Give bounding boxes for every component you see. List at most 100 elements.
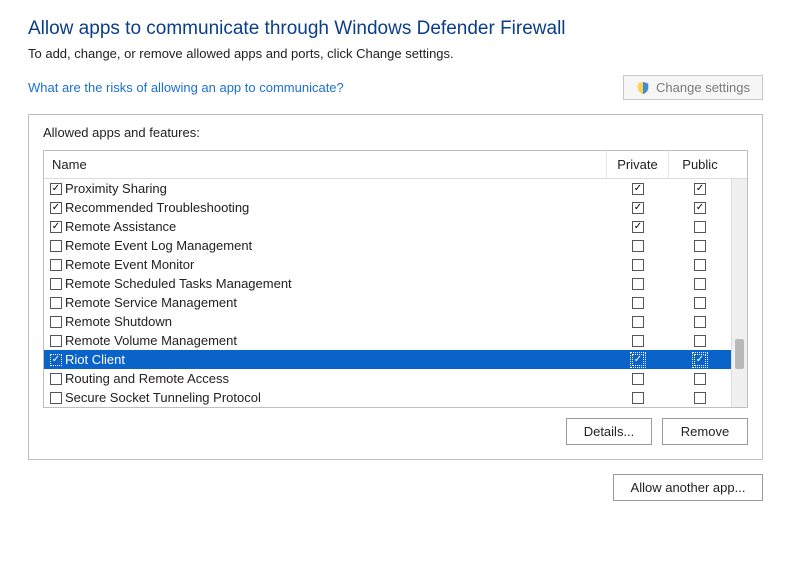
list-body: ✓Proximity Sharing✓✓✓Recommended Trouble… [44,179,747,407]
checkbox[interactable] [694,297,706,309]
risks-link[interactable]: What are the risks of allowing an app to… [28,80,344,95]
checkbox[interactable]: ✓ [632,221,644,233]
checkbox[interactable] [50,335,62,347]
checkbox[interactable] [632,316,644,328]
cell-private [607,373,669,385]
cell-name: Remote Shutdown [50,315,607,328]
checkbox[interactable] [50,316,62,328]
cell-public: ✓ [669,202,731,214]
table-row[interactable]: Remote Event Monitor [44,255,747,274]
cell-public [669,259,731,271]
checkbox[interactable] [632,240,644,252]
checkbox[interactable]: ✓ [632,183,644,195]
cell-name: Remote Event Monitor [50,258,607,271]
checkbox[interactable] [694,335,706,347]
cell-name: Secure Socket Tunneling Protocol [50,391,607,404]
checkbox[interactable] [632,335,644,347]
checkbox[interactable]: ✓ [632,354,644,366]
checkbox[interactable] [694,278,706,290]
checkbox[interactable] [50,392,62,404]
checkbox[interactable]: ✓ [50,221,62,233]
cell-public: ✓ [669,354,731,366]
table-row[interactable]: Remote Service Management [44,293,747,312]
scrollbar[interactable] [731,179,747,407]
table-row[interactable]: ✓Proximity Sharing✓✓ [44,179,747,198]
checkbox[interactable]: ✓ [632,202,644,214]
cell-private: ✓ [607,354,669,366]
cell-name: ✓Proximity Sharing [50,182,607,195]
app-name: Remote Volume Management [65,334,237,347]
checkbox[interactable] [632,259,644,271]
checkbox[interactable] [694,259,706,271]
scroll-thumb[interactable] [735,339,744,369]
app-name: Routing and Remote Access [65,372,229,385]
cell-public [669,221,731,233]
app-name: Remote Assistance [65,220,176,233]
checkbox[interactable] [694,392,706,404]
checkbox[interactable] [50,278,62,290]
checkbox[interactable] [632,392,644,404]
apps-list: Name Private Public ✓Proximity Sharing✓✓… [43,150,748,408]
cell-private: ✓ [607,183,669,195]
allow-another-app-button[interactable]: Allow another app... [613,474,763,501]
details-button[interactable]: Details... [566,418,652,445]
cell-public: ✓ [669,183,731,195]
table-row[interactable]: Remote Event Log Management [44,236,747,255]
cell-name: ✓Recommended Troubleshooting [50,201,607,214]
list-header: Name Private Public [44,151,747,179]
table-row[interactable]: ✓Riot Client✓✓ [44,350,747,369]
cell-private: ✓ [607,221,669,233]
cell-public [669,278,731,290]
table-row[interactable]: Routing and Remote Access [44,369,747,388]
checkbox[interactable] [50,373,62,385]
checkbox[interactable] [694,373,706,385]
app-name: Remote Event Log Management [65,239,252,252]
checkbox[interactable]: ✓ [694,354,706,366]
remove-button[interactable]: Remove [662,418,748,445]
page-title: Allow apps to communicate through Window… [28,18,763,40]
checkbox[interactable] [694,221,706,233]
cell-public [669,240,731,252]
checkbox[interactable] [632,278,644,290]
app-name: Secure Socket Tunneling Protocol [65,391,261,404]
table-row[interactable]: ✓Remote Assistance✓ [44,217,747,236]
checkbox[interactable] [694,240,706,252]
header-name[interactable]: Name [44,151,607,178]
checkbox[interactable] [50,259,62,271]
change-settings-button[interactable]: Change settings [623,75,763,100]
checkbox[interactable] [50,240,62,252]
checkbox[interactable] [632,373,644,385]
checkbox[interactable]: ✓ [694,202,706,214]
cell-private [607,278,669,290]
cell-name: Remote Volume Management [50,334,607,347]
app-name: Recommended Troubleshooting [65,201,249,214]
app-name: Remote Shutdown [65,315,172,328]
checkbox[interactable]: ✓ [50,183,62,195]
checkbox[interactable]: ✓ [694,183,706,195]
cell-public [669,335,731,347]
app-name: Remote Service Management [65,296,237,309]
cell-private [607,297,669,309]
allowed-apps-panel: Allowed apps and features: Name Private … [28,114,763,460]
table-row[interactable]: Remote Scheduled Tasks Management [44,274,747,293]
checkbox[interactable]: ✓ [50,202,62,214]
checkbox[interactable]: ✓ [50,354,62,366]
cell-name: Remote Scheduled Tasks Management [50,277,607,290]
checkbox[interactable] [694,316,706,328]
cell-private [607,316,669,328]
cell-private [607,335,669,347]
checkbox[interactable] [50,297,62,309]
cell-name: ✓Remote Assistance [50,220,607,233]
table-row[interactable]: Secure Socket Tunneling Protocol [44,388,747,407]
table-row[interactable]: Remote Volume Management [44,331,747,350]
app-name: Riot Client [65,353,125,366]
checkbox[interactable] [632,297,644,309]
table-row[interactable]: Remote Shutdown [44,312,747,331]
header-public[interactable]: Public [669,151,731,178]
cell-name: Routing and Remote Access [50,372,607,385]
app-name: Proximity Sharing [65,182,167,195]
header-private[interactable]: Private [607,151,669,178]
cell-public [669,316,731,328]
table-row[interactable]: ✓Recommended Troubleshooting✓✓ [44,198,747,217]
cell-public [669,392,731,404]
